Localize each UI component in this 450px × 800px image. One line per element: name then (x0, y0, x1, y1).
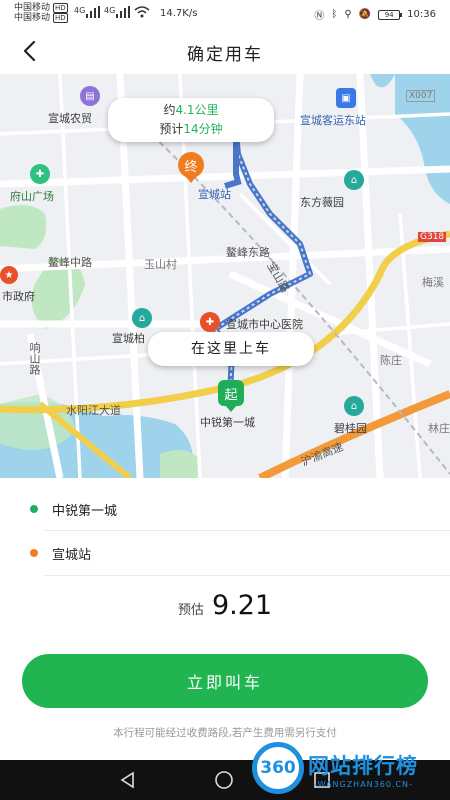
network-type-1: 4G (74, 6, 86, 15)
hd-badge-1: HD (53, 3, 68, 13)
pickup-pin[interactable]: 起 (218, 380, 244, 406)
price-estimate: 预估 9.21 (0, 590, 450, 621)
signal-icon-2 (116, 6, 130, 18)
call-car-button[interactable]: 立即叫车 (22, 654, 428, 708)
distance-prefix: 约 (163, 103, 176, 117)
pickup-dot-icon (30, 505, 38, 513)
label-plaza: 府山广场 (10, 190, 54, 203)
label-linzhuang: 林庄 (428, 422, 450, 435)
price-value: 9.21 (211, 590, 273, 621)
nav-home-icon[interactable] (214, 770, 234, 790)
label-bus-station: 宣城客运东站 (300, 114, 366, 127)
bus-station-icon: ▣ (336, 88, 356, 108)
pickup-address-row[interactable]: 中锐第一城 (0, 487, 450, 531)
mute-icon: 🔕 (358, 9, 372, 20)
label-chenzhuang: 陈庄 (380, 354, 402, 367)
watermark-text: 网站排行榜 (308, 754, 418, 778)
market-poi-icon: ▤ (80, 86, 100, 106)
watermark-subtext: -WANGZHAN360.CN- (314, 780, 413, 789)
binjiang-poi-icon: ⌂ (132, 308, 152, 328)
label-g318: G318 (418, 232, 447, 242)
page-title: 确定用车 (187, 45, 263, 65)
status-icons: Ⓝ ᛒ ⚲ 🔕 94 10:36 (314, 7, 436, 22)
network-speed: 14.7K/s (160, 8, 198, 19)
label-shuiyang: 水阳江大道 (66, 404, 121, 417)
label-binjiang: 宣城柏 (112, 332, 145, 345)
route-map[interactable]: ▤ 宣城农贸 ▣ 宣城客运东站 X007 ✚ 府山广场 宣城站 ⌂ 东方薇园 鳌… (0, 74, 450, 478)
location-icon: ⚲ (344, 9, 352, 20)
destination-dot-icon (30, 549, 38, 557)
wifi-icon (134, 6, 150, 18)
status-bar: 中国移动 HD 中国移动 HD 4G 4G 14.7K/s Ⓝ ᛒ ⚲ 🔕 94 1… (0, 0, 450, 28)
label-meixi: 梅溪 (422, 276, 444, 289)
bluetooth-icon: ᛒ (331, 9, 338, 20)
park-area-1 (0, 205, 47, 249)
trip-distance: 4.1公里 (175, 103, 219, 117)
hospital-poi-icon: ✚ (200, 312, 220, 332)
pickup-address: 中锐第一城 (52, 503, 118, 519)
label-hospital: 宣城市中心医院 (226, 318, 303, 331)
label-gov: 市政府 (2, 290, 35, 303)
carrier-1: 中国移动 (14, 3, 51, 13)
label-market: 宣城农贸 (48, 112, 92, 125)
destination-address: 宣城站 (52, 547, 92, 563)
signal-icon-1 (86, 6, 100, 18)
nav-back-icon[interactable] (118, 770, 138, 790)
nfc-icon: Ⓝ (314, 11, 325, 22)
divider (44, 575, 450, 576)
destination-address-row[interactable]: 宣城站 (0, 531, 450, 575)
network-type-2: 4G (104, 6, 116, 15)
clock: 10:36 (407, 9, 436, 20)
trip-eta: 14分钟 (183, 122, 223, 136)
label-x007: X007 (406, 90, 436, 102)
label-station: 宣城站 (198, 188, 231, 201)
eta-prefix: 预计 (159, 122, 184, 136)
gov-poi-icon: ★ (0, 266, 18, 284)
label-aofeng-middle: 鳌峰中路 (48, 256, 92, 269)
toll-notice: 本行程可能经过收费路段,若产生费用需另行支付 (113, 727, 337, 739)
label-biguiyuan: 碧桂园 (334, 422, 367, 435)
label-aofeng-east: 鳌峰东路 (226, 246, 270, 259)
order-sheet: 中锐第一城 宣城站 预估 9.21 立即叫车 本行程可能经过收费路段,若产生费用需… (0, 478, 450, 760)
carrier-info: 中国移动 HD 中国移动 HD (14, 3, 68, 23)
watermark-logo: 360 (252, 742, 304, 794)
label-xiangshan: 响山路 (28, 342, 41, 375)
plaza-poi-icon: ✚ (30, 164, 50, 184)
battery-icon: 94 (378, 9, 403, 20)
label-yushan-village: 玉山村 (144, 258, 177, 271)
label-dongfang: 东方薇园 (300, 196, 344, 209)
destination-pin[interactable]: 终 (178, 152, 204, 178)
pickup-bubble: 在这里上车 (148, 332, 314, 366)
biguiyuan-poi-icon: ⌂ (344, 396, 364, 416)
carrier-2: 中国移动 (14, 13, 51, 23)
trip-info-bubble: 约4.1公里 预计14分钟 (108, 98, 274, 142)
dongfang-poi-icon: ⌂ (344, 170, 364, 190)
label-zhongrui: 中锐第一城 (200, 416, 255, 429)
price-label: 预估 (177, 603, 204, 618)
hd-badge-2: HD (53, 13, 68, 23)
top-app-bar: 确定用车 (0, 28, 450, 74)
